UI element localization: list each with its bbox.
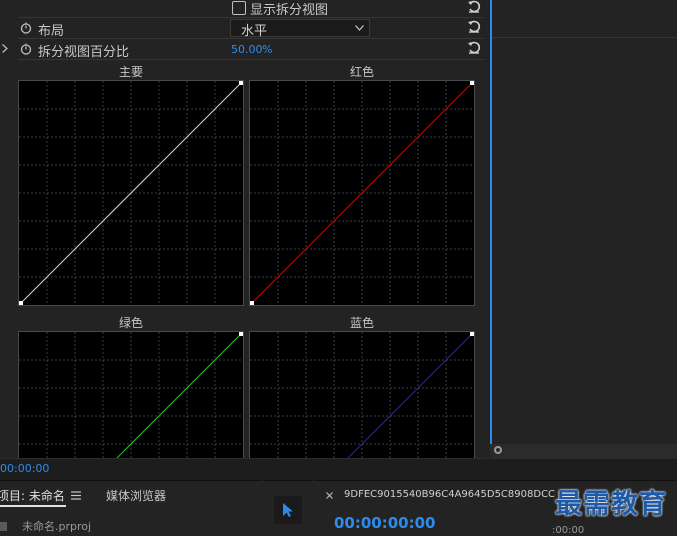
timeline-scrollbar[interactable] [490,444,677,458]
blue-curve-title: 蓝色 [349,316,374,330]
layout-label: 布局 [38,24,65,39]
master-curve-editor[interactable] [18,80,244,306]
chevron-right-icon[interactable] [2,44,8,53]
green-curve-title: 绿色 [118,316,143,330]
project-file-name: 未命名.prproj [22,520,92,533]
panel-menu-icon[interactable] [71,491,81,500]
selection-tool-button[interactable] [274,496,302,524]
green-curve-line[interactable] [20,332,243,458]
project-panel: 项目: 未命名 媒体浏览器 未命名.prproj [0,480,262,534]
selection-arrow-icon [283,503,293,517]
tab-project[interactable]: 项目: 未命名 [0,487,65,504]
timeline-divider [492,37,677,38]
row-divider [18,17,484,18]
tools-panel [264,480,312,534]
project-file-icon [0,522,7,531]
close-icon[interactable] [326,492,333,499]
master-curve-title: 主要 [118,65,143,79]
zoom-handle[interactable] [494,446,502,454]
stopwatch-icon[interactable] [20,43,32,55]
program-timecode[interactable]: 00:00:00:00 [334,514,436,532]
curve-point-handle[interactable] [239,332,243,336]
sequence-tab[interactable]: 9DFEC9015540B96C4A9645D5C8908DCC [344,489,555,500]
effect-controls-panel: 显示拆分视图 布局 水平 拆分视图百分比 50.00 % 主要 红色 绿色 蓝色 [0,0,490,458]
tab-project-underline [0,505,66,507]
layout-dropdown-value: 水平 [241,24,268,39]
curve-point-handle[interactable] [250,301,254,305]
curve-point-handle[interactable] [470,81,474,85]
tab-media-browser[interactable]: 媒体浏览器 [106,487,166,504]
effect-timecode-bar: 00:00:00 [0,458,677,481]
stopwatch-icon[interactable] [20,22,32,34]
program-end-timecode: :00:00 [552,525,585,536]
reset-icon[interactable] [467,19,481,33]
split-percent-label: 拆分视图百分比 [38,45,130,60]
reset-icon[interactable] [467,0,481,13]
red-curve-editor[interactable] [249,80,475,306]
current-timecode[interactable]: 00:00:00 [0,462,49,475]
playhead-line[interactable] [490,0,492,444]
split-percent-unit: % [262,43,273,56]
watermark-logo: 最需教育 [555,489,667,520]
curve-point-handle[interactable] [239,81,243,85]
effect-timeline-area[interactable] [490,0,677,458]
red-curve-title: 红色 [349,65,374,79]
reset-icon[interactable] [467,40,481,54]
layout-dropdown[interactable]: 水平 [230,19,370,39]
show-split-view-checkbox[interactable] [232,1,246,15]
row-divider [18,38,484,39]
show-split-view-label: 显示拆分视图 [250,3,329,18]
curve-point-handle[interactable] [470,332,474,336]
split-percent-value[interactable]: 50.00 [231,43,263,56]
curve-point-handle[interactable] [19,301,23,305]
blue-curve-editor[interactable] [249,331,475,458]
green-curve-editor[interactable] [18,331,244,458]
row-divider [18,59,484,60]
chevron-down-icon [355,25,364,31]
blue-curve-line[interactable] [251,332,474,458]
